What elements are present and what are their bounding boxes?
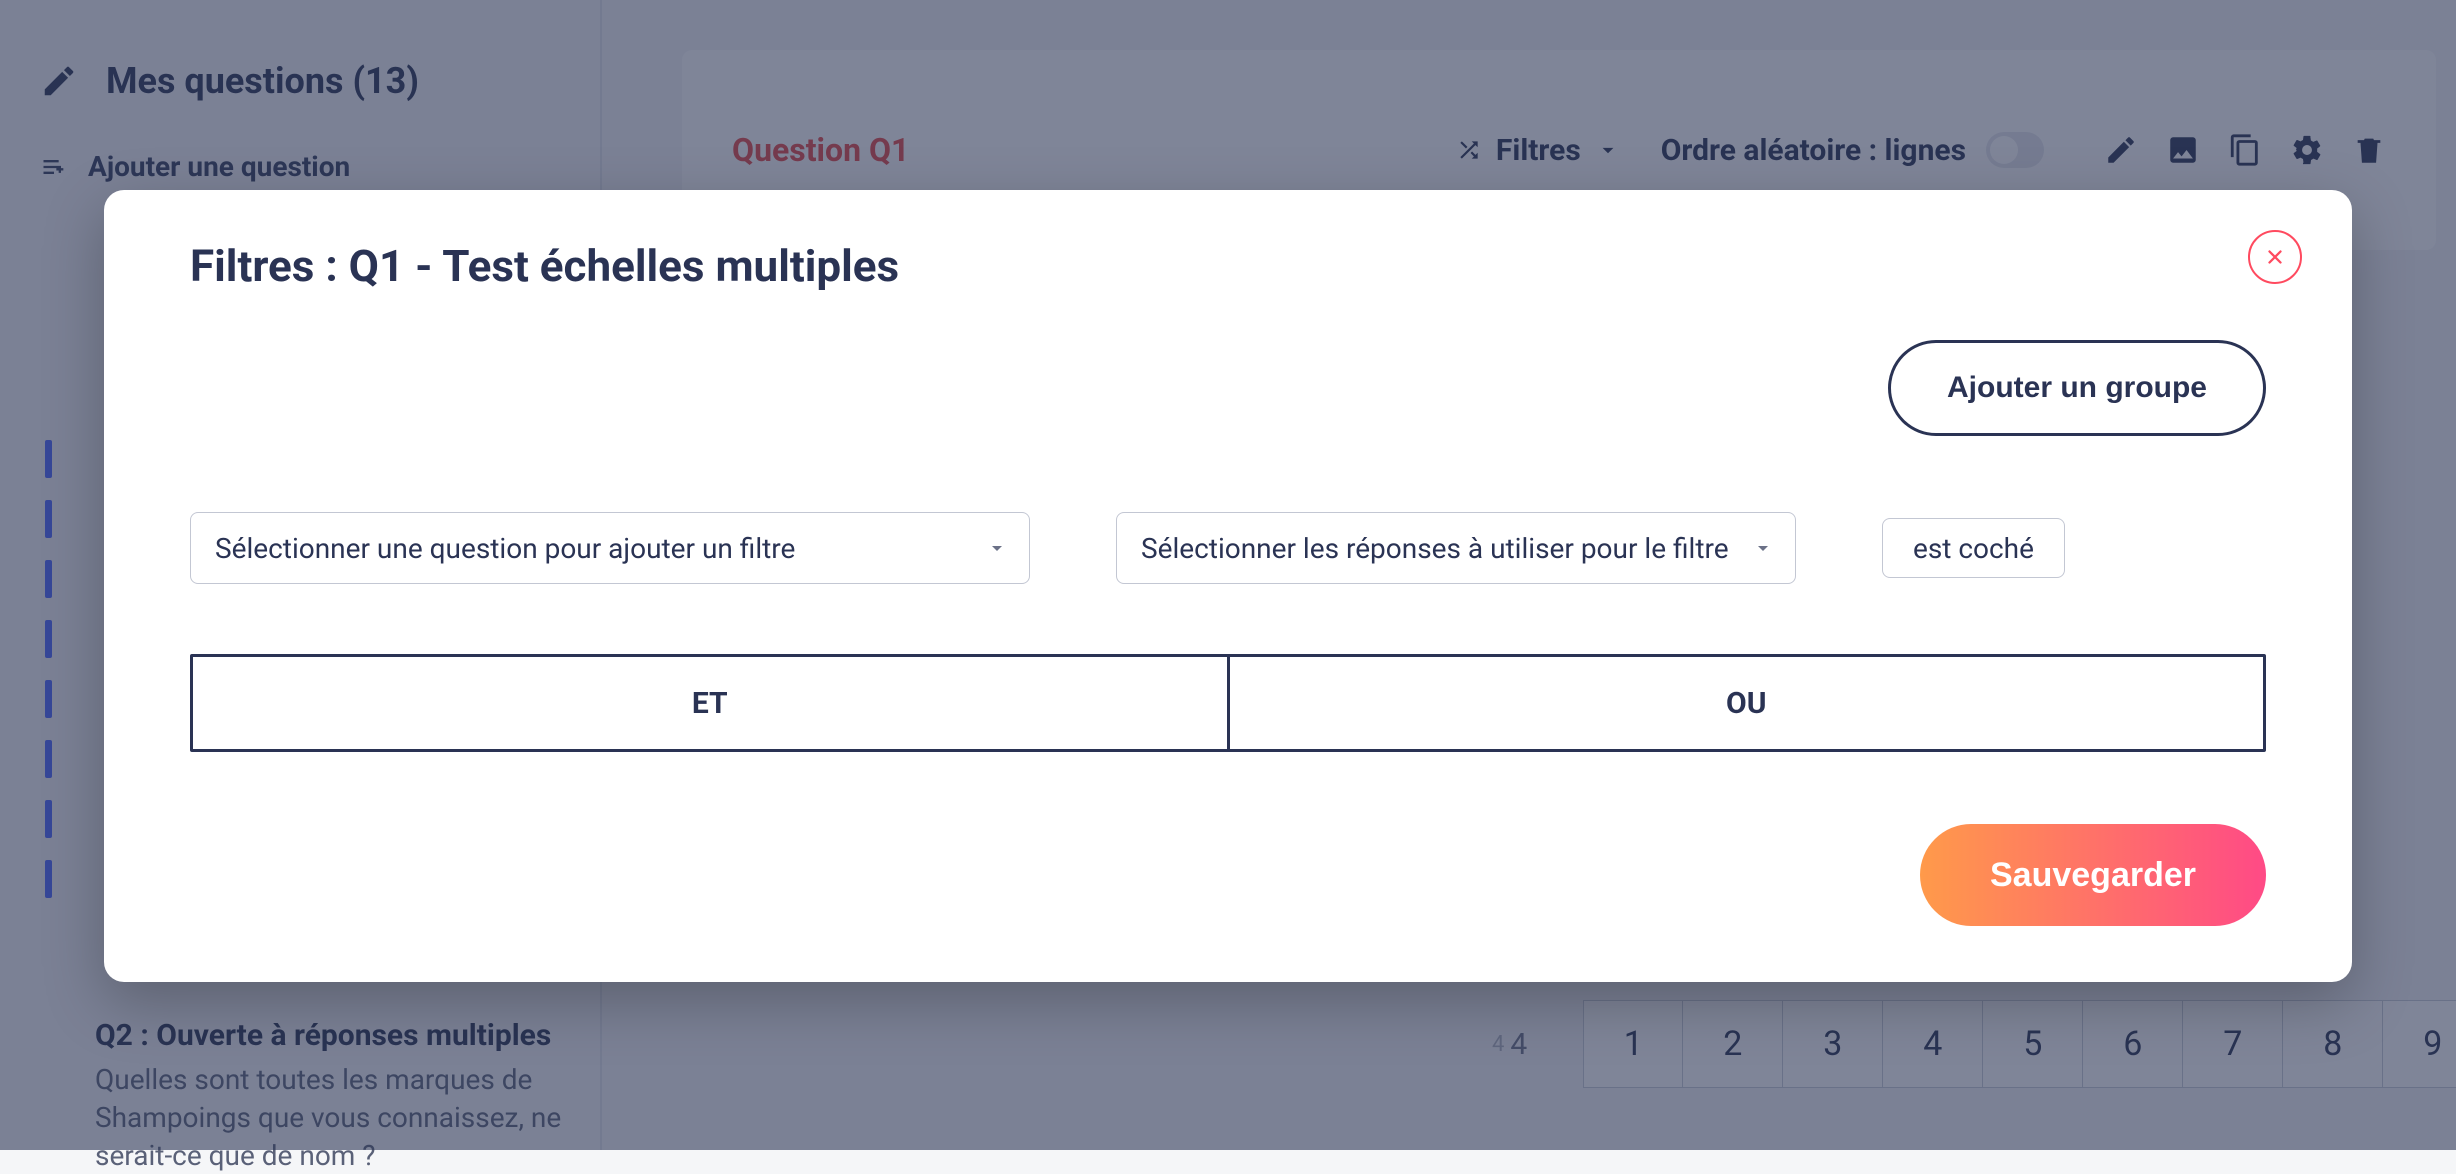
select-question-placeholder: Sélectionner une question pour ajouter u… bbox=[215, 532, 795, 565]
logic-or-label: OU bbox=[1726, 686, 1766, 721]
add-group-button[interactable]: Ajouter un groupe bbox=[1888, 340, 2266, 436]
close-button[interactable] bbox=[2248, 230, 2302, 284]
is-checked-select[interactable]: est coché bbox=[1882, 518, 2065, 578]
filter-inputs-row: Sélectionner une question pour ajouter u… bbox=[190, 512, 2266, 584]
chevron-down-icon bbox=[985, 536, 1009, 560]
logic-and-button[interactable]: ET bbox=[193, 657, 1227, 749]
is-checked-label: est coché bbox=[1913, 532, 2034, 565]
logic-and-label: ET bbox=[692, 686, 728, 721]
save-button-label: Sauvegarder bbox=[1990, 856, 2196, 894]
logic-or-button[interactable]: OU bbox=[1227, 657, 2264, 749]
close-icon bbox=[2264, 246, 2286, 268]
select-answers-placeholder: Sélectionner les réponses à utiliser pou… bbox=[1141, 532, 1729, 565]
add-group-label: Ajouter un groupe bbox=[1947, 371, 2207, 405]
select-answers[interactable]: Sélectionner les réponses à utiliser pou… bbox=[1116, 512, 1796, 584]
select-question[interactable]: Sélectionner une question pour ajouter u… bbox=[190, 512, 1030, 584]
modal-title: Filtres : Q1 - Test échelles multiples bbox=[190, 240, 2266, 292]
chevron-down-icon bbox=[1751, 536, 1775, 560]
filters-modal: Filtres : Q1 - Test échelles multiples A… bbox=[104, 190, 2352, 982]
logic-operator-row: ET OU bbox=[190, 654, 2266, 752]
save-button[interactable]: Sauvegarder bbox=[1920, 824, 2266, 926]
